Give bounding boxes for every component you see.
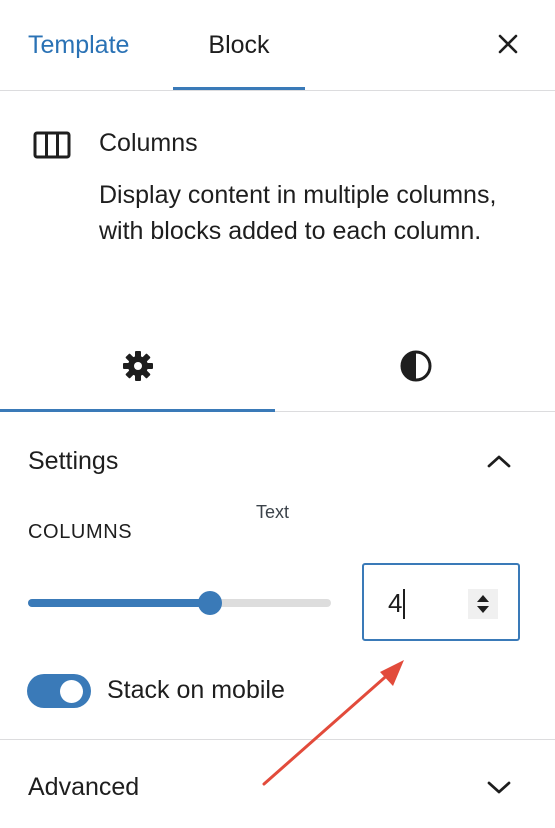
tab-template[interactable]: Template (28, 0, 129, 90)
chevron-down-icon (484, 772, 514, 802)
tab-settings[interactable] (0, 320, 275, 411)
panel-divider (0, 739, 555, 740)
advanced-panel-header[interactable]: Advanced (0, 747, 555, 827)
block-description: Display content in multiple columns, wit… (99, 181, 497, 245)
columns-icon (33, 131, 71, 159)
inspector-tab-bar (0, 320, 555, 412)
chevron-up-icon (484, 446, 514, 476)
number-spinner[interactable] (468, 589, 498, 619)
columns-slider-fill (28, 599, 210, 607)
text-caret (403, 589, 405, 619)
settings-panel-header[interactable]: Settings (0, 421, 555, 501)
spinner-arrows-icon (477, 595, 489, 613)
close-icon (498, 34, 518, 54)
tab-block[interactable]: Block (173, 0, 305, 90)
columns-number-value: 4 (388, 588, 403, 618)
close-button[interactable] (490, 26, 526, 62)
stack-on-mobile-label: Stack on mobile (107, 676, 285, 704)
contrast-icon (400, 350, 431, 381)
tooltip-text: Text (256, 502, 290, 522)
tab-styles[interactable] (276, 320, 555, 411)
settings-panel-title: Settings (28, 446, 119, 475)
advanced-panel-title: Advanced (28, 772, 140, 801)
columns-slider-thumb[interactable] (198, 591, 222, 615)
tab-block-active-indicator (173, 87, 305, 90)
block-title: Columns (99, 129, 198, 157)
toggle-knob (60, 680, 83, 703)
gear-icon (122, 350, 153, 381)
tab-settings-active-indicator (0, 409, 275, 412)
columns-label: COLUMNS (28, 521, 133, 543)
